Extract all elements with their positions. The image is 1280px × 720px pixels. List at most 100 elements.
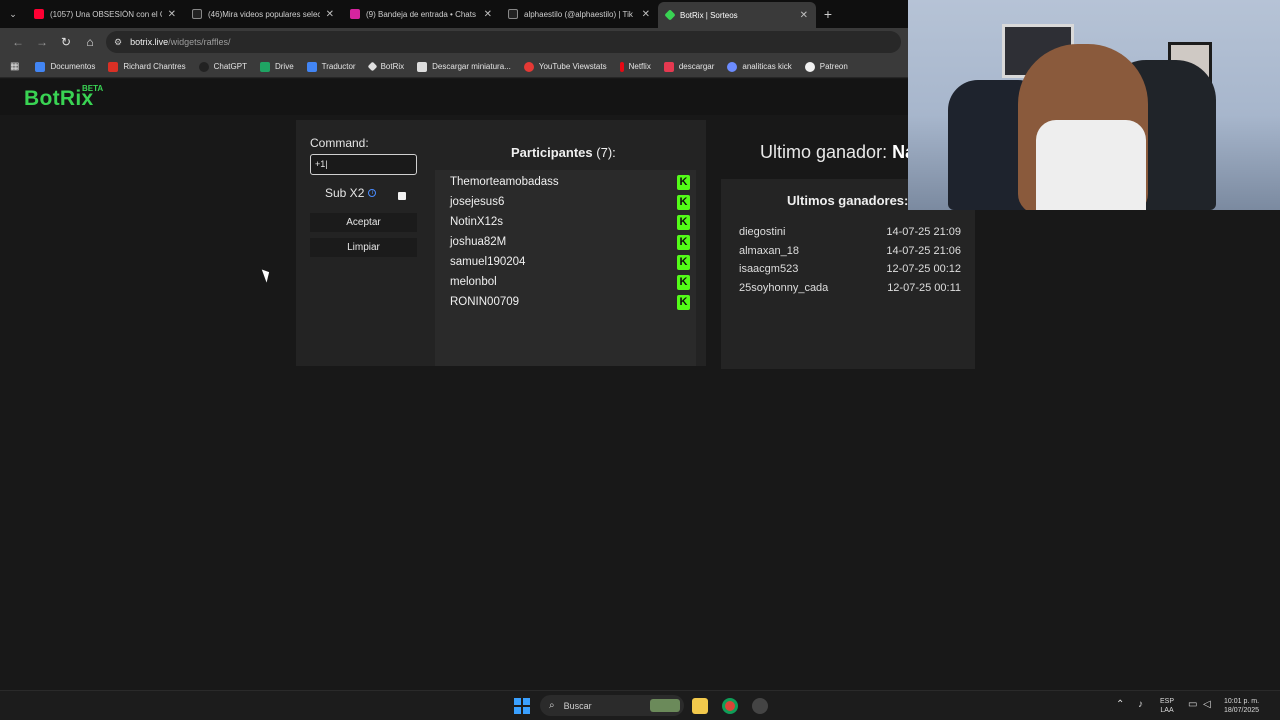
tab-botrix[interactable]: BotRix | Sorteos ✕ <box>658 2 816 28</box>
winner-name: 25soyhonny_cada <box>739 282 829 294</box>
app-icon[interactable] <box>752 698 768 714</box>
close-icon[interactable]: ✕ <box>168 9 176 20</box>
tab-title: (46)Mira videos populares selec <box>208 9 320 19</box>
url-host: botrix.live <box>130 37 169 47</box>
microphone-icon[interactable]: ♪ <box>1138 699 1143 710</box>
volume-icon[interactable]: ◁ <box>1203 699 1211 710</box>
tab-search-icon[interactable]: ⌄ <box>0 0 26 28</box>
close-icon[interactable]: ✕ <box>800 10 808 21</box>
bookmark-label: YouTube Viewstats <box>538 62 607 71</box>
bookmark-drive[interactable]: Drive <box>259 61 294 72</box>
chrome-icon[interactable] <box>722 698 738 714</box>
address-bar[interactable]: ⚙ botrix.live/widgets/raffles/ <box>106 31 901 53</box>
botrix-icon <box>664 9 676 21</box>
bookmark-label: Richard Chantres <box>123 62 186 71</box>
list-item: RONIN00709 K <box>450 292 690 312</box>
close-icon[interactable]: ✕ <box>326 9 334 20</box>
patreon-icon <box>804 61 815 72</box>
translate-icon <box>306 61 317 72</box>
participants-count: (7): <box>596 145 616 160</box>
tab-title: BotRix | Sorteos <box>680 10 738 20</box>
taskbar-search[interactable]: ⌕ Buscar <box>540 695 684 716</box>
winner-date: 12-07-25 00:11 <box>887 282 961 294</box>
table-row: isaacgm523 12-07-25 00:12 <box>739 263 961 275</box>
bookmark-netflix[interactable]: Netflix <box>619 61 651 72</box>
table-row: 25soyhonny_cada 12-07-25 00:11 <box>739 282 961 294</box>
sub-x2-checkbox[interactable] <box>398 192 406 200</box>
winner-date: 14-07-25 21:06 <box>886 245 961 257</box>
winner-name: isaacgm523 <box>739 263 799 275</box>
list-item: NotinX12s K <box>450 212 690 232</box>
bookmark-label: descargar <box>678 62 715 71</box>
tab-tiktok-profile[interactable]: alphaestilo (@alphaestilo) | Tik ✕ <box>500 0 658 28</box>
winner-date: 12-07-25 00:12 <box>886 263 961 275</box>
kick-icon: K <box>677 234 690 250</box>
bookmark-viewstats[interactable]: YouTube Viewstats <box>523 61 607 72</box>
close-icon[interactable]: ✕ <box>484 9 492 20</box>
sub-x2-row: Sub X2 i <box>325 186 377 200</box>
tab-tiktok[interactable]: (46)Mira videos populares selec ✕ <box>184 0 342 28</box>
bookmark-documentos[interactable]: Documentos <box>35 61 96 72</box>
bookmark-botrix[interactable]: BotRix <box>367 61 404 72</box>
file-explorer-icon[interactable] <box>692 698 708 714</box>
list-item: Themorteamobadass K <box>450 172 690 192</box>
docs-icon <box>35 61 46 72</box>
bookmark-label: Netflix <box>628 62 651 71</box>
clock[interactable]: 10:01 p. m. 18/07/2025 <box>1224 697 1259 715</box>
search-placeholder: Buscar <box>563 700 592 711</box>
bookmark-label: Patreon <box>819 62 848 71</box>
table-row: diegostini 14-07-25 21:09 <box>739 226 961 238</box>
chevron-up-icon[interactable]: ⌃ <box>1116 699 1124 710</box>
command-input[interactable]: +1| <box>310 154 417 175</box>
bookmark-patreon[interactable]: Patreon <box>804 61 848 72</box>
bookmark-chatgpt[interactable]: ChatGPT <box>198 61 247 72</box>
list-item: samuel190204 K <box>450 252 690 272</box>
site-info-icon[interactable]: ⚙ <box>114 37 122 48</box>
reload-icon[interactable]: ↻ <box>54 30 78 54</box>
forward-icon[interactable]: → <box>30 30 54 54</box>
clear-button[interactable]: Limpiar <box>310 238 417 257</box>
youtube-icon <box>34 9 44 19</box>
participant-name: melonbol <box>450 276 497 288</box>
accept-button[interactable]: Aceptar <box>310 213 417 232</box>
bookmark-richard[interactable]: Richard Chantres <box>108 61 186 72</box>
tab-youtube[interactable]: (1057) Una OBSESIÓN con el Ca ✕ <box>26 0 184 28</box>
home-icon[interactable]: ⌂ <box>78 30 102 54</box>
bookmark-descargar-miniatura[interactable]: Descargar miniatura... <box>417 61 511 72</box>
chatgpt-icon <box>198 61 209 72</box>
back-icon[interactable]: ← <box>6 30 30 54</box>
bookmark-traductor[interactable]: Traductor <box>306 61 356 72</box>
tab-instagram[interactable]: (9) Bandeja de entrada • Chats ✕ <box>342 0 500 28</box>
close-icon[interactable]: ✕ <box>642 9 650 20</box>
list-item: joshua82M K <box>450 232 690 252</box>
participant-name: joshua82M <box>450 236 507 248</box>
winner-date: 14-07-25 21:09 <box>886 226 961 238</box>
new-tab-button[interactable]: + <box>816 6 840 22</box>
participant-name: Themorteamobadass <box>450 176 559 188</box>
info-icon[interactable]: i <box>368 189 377 197</box>
last-winner-label: Ultimo ganador: <box>760 142 888 162</box>
network-icon[interactable]: ▭ <box>1188 699 1197 710</box>
lang-bottom: LAA <box>1160 707 1174 714</box>
clock-date: 18/07/2025 <box>1224 707 1260 714</box>
bookmark-analiticas[interactable]: analiticas kick <box>727 61 792 72</box>
thumbnail-icon <box>417 61 428 72</box>
sk-icon <box>108 61 119 72</box>
tab-title: alphaestilo (@alphaestilo) | Tik <box>524 9 633 19</box>
drive-icon <box>259 61 270 72</box>
webcam-overlay <box>908 0 1280 210</box>
download-icon <box>663 61 674 72</box>
kick-icon: K <box>677 174 690 190</box>
apps-icon[interactable]: ▦ <box>10 61 19 72</box>
command-label: Command: <box>310 136 369 150</box>
language-indicator[interactable]: ESP LAA <box>1160 697 1174 715</box>
search-icon: ⌕ <box>549 700 555 711</box>
streamer-shirt <box>1036 120 1146 210</box>
windows-start-icon[interactable] <box>514 698 530 714</box>
bookmark-descargar[interactable]: descargar <box>663 61 715 72</box>
winners-title: Ultimos ganadores: <box>787 193 909 208</box>
kick-icon: K <box>677 274 690 290</box>
bookmark-label: Documentos <box>50 62 96 71</box>
list-item: josejesus6 K <box>450 192 690 212</box>
url-path: /widgets/raffles/ <box>168 37 231 47</box>
